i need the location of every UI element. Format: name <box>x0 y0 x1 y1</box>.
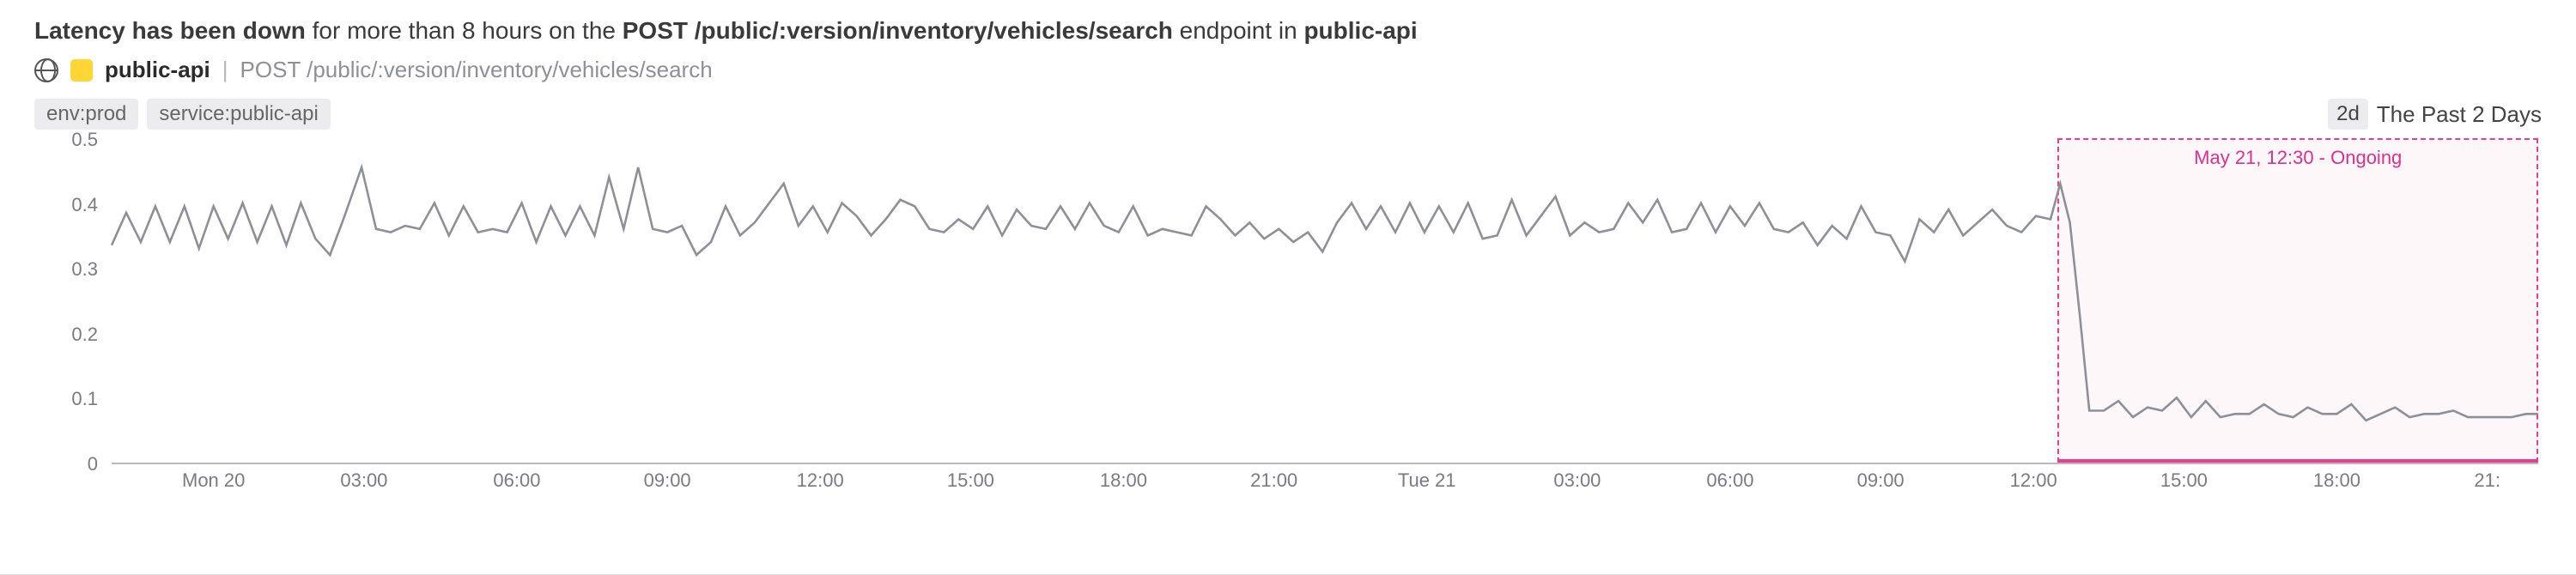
x-tick: Mon 20 <box>182 469 245 492</box>
time-range-label: The Past 2 Days <box>2377 101 2542 128</box>
x-tick: 15:00 <box>2160 469 2208 492</box>
tags-row: env:prod service:public-api 2d The Past … <box>34 99 2542 130</box>
x-tick: 09:00 <box>644 469 691 492</box>
x-axis: Mon 2003:0006:0009:0012:0015:0018:0021:0… <box>112 464 2538 499</box>
x-tick: 18:00 <box>2313 469 2360 492</box>
x-tick: 21:00 <box>1250 469 1297 492</box>
x-tick: 06:00 <box>493 469 540 492</box>
service-meta-row: public-api | POST /public/:version/inven… <box>34 57 2542 83</box>
y-tick: 0.3 <box>71 258 98 281</box>
service-name[interactable]: public-api <box>105 57 210 83</box>
x-tick: 12:00 <box>2010 469 2057 492</box>
chart-plot-area[interactable]: May 21, 12:30 - Ongoing <box>112 138 2538 464</box>
x-tick: 03:00 <box>1553 469 1601 492</box>
x-tick: 18:00 <box>1100 469 1147 492</box>
x-tick: 09:00 <box>1857 469 1905 492</box>
x-tick: Tue 21 <box>1398 469 1456 492</box>
y-tick: 0.4 <box>71 194 98 216</box>
globe-icon <box>34 58 58 82</box>
y-tick: 0.2 <box>71 324 98 346</box>
time-range-badge[interactable]: 2d <box>2328 99 2368 130</box>
latency-chart[interactable]: 00.10.20.30.40.5 May 21, 12:30 - Ongoing… <box>34 138 2542 499</box>
tag-env[interactable]: env:prod <box>34 99 138 130</box>
y-axis: 00.10.20.30.40.5 <box>34 138 103 464</box>
service-color-chip <box>70 59 93 82</box>
y-tick: 0.5 <box>71 129 98 151</box>
alert-title-mid: for more than 8 hours on the <box>313 17 623 44</box>
tag-service[interactable]: service:public-api <box>147 99 330 130</box>
alert-title-service: public-api <box>1303 17 1417 44</box>
x-tick: 15:00 <box>947 469 994 492</box>
meta-separator: | <box>222 57 228 83</box>
x-tick: 21: <box>2474 469 2500 492</box>
x-tick: 12:00 <box>797 469 844 492</box>
endpoint-path[interactable]: POST /public/:version/inventory/vehicles… <box>240 57 713 83</box>
alert-title-endpoint: POST /public/:version/inventory/vehicles… <box>623 17 1173 44</box>
y-tick: 0.1 <box>71 388 98 410</box>
alert-title: Latency has been down for more than 8 ho… <box>34 17 2542 45</box>
alert-title-prefix: Latency has been down <box>34 17 306 44</box>
latency-line <box>112 138 2538 463</box>
x-tick: 06:00 <box>1706 469 1753 492</box>
y-tick: 0 <box>88 453 98 475</box>
alert-title-after: endpoint in <box>1180 17 1304 44</box>
x-tick: 03:00 <box>340 469 387 492</box>
